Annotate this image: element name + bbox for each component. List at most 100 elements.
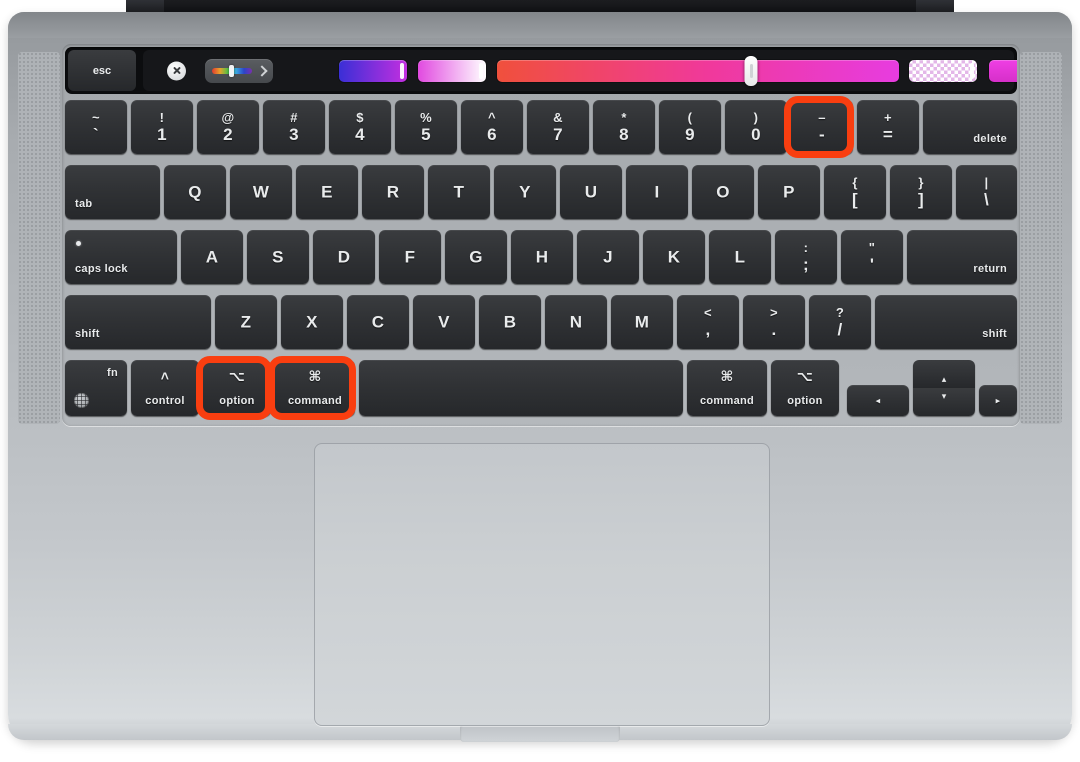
key-r[interactable]: R bbox=[362, 165, 424, 219]
key-four[interactable]: $ 4 bbox=[329, 100, 391, 154]
key-q[interactable]: Q bbox=[164, 165, 226, 219]
key-shift-right[interactable]: shift bbox=[875, 295, 1017, 349]
key-control[interactable]: ˄ control bbox=[131, 360, 199, 416]
key-n[interactable]: N bbox=[545, 295, 607, 349]
touchbar-swatch-magenta[interactable] bbox=[989, 59, 1017, 82]
key-slash[interactable]: ? / bbox=[809, 295, 871, 349]
key-bracket-left[interactable]: { [ bbox=[824, 165, 886, 219]
key-s[interactable]: S bbox=[247, 230, 309, 284]
key-arrow-updown[interactable]: ▴ ▾ bbox=[913, 360, 975, 416]
key-label: Q bbox=[188, 182, 202, 202]
key-return[interactable]: return bbox=[907, 230, 1017, 284]
key-v[interactable]: V bbox=[413, 295, 475, 349]
key-label-bottom: \ bbox=[983, 190, 990, 209]
key-p[interactable]: P bbox=[758, 165, 820, 219]
key-label: X bbox=[306, 312, 318, 332]
globe-icon bbox=[74, 393, 89, 408]
key-h[interactable]: H bbox=[511, 230, 573, 284]
touchbar-esc-button[interactable]: esc bbox=[68, 50, 136, 91]
macbook-pro-device: esc ~ ` ! 1 @ 2 # 3 $ 4 % 5 ^ 6 & 7 * 8 … bbox=[0, 0, 1080, 762]
key-seven[interactable]: & 7 bbox=[527, 100, 589, 154]
key-nine[interactable]: ( 9 bbox=[659, 100, 721, 154]
key-tab[interactable]: tab bbox=[65, 165, 160, 219]
key-eight[interactable]: * 8 bbox=[593, 100, 655, 154]
key-j[interactable]: J bbox=[577, 230, 639, 284]
touch-bar[interactable]: esc bbox=[65, 47, 1017, 94]
key-backslash[interactable]: | \ bbox=[956, 165, 1017, 219]
key-b[interactable]: B bbox=[479, 295, 541, 349]
key-option-right[interactable]: ⌥ option bbox=[771, 360, 839, 416]
key-arrow-up[interactable]: ▴ bbox=[913, 360, 975, 388]
key-five[interactable]: % 5 bbox=[395, 100, 457, 154]
touchbar-swatch-blue-purple[interactable] bbox=[339, 59, 407, 82]
key-fn[interactable]: fn bbox=[65, 360, 127, 416]
chevron-right-icon bbox=[256, 64, 268, 77]
key-arrow-right[interactable]: ▸ bbox=[979, 385, 1017, 416]
key-label-bottom: 1 bbox=[157, 125, 167, 144]
key-label-top: > bbox=[770, 305, 778, 320]
option-glyph: ⌥ bbox=[228, 368, 246, 384]
key-comma[interactable]: < , bbox=[677, 295, 739, 349]
key-e[interactable]: E bbox=[296, 165, 358, 219]
key-option-left[interactable]: ⌥ option bbox=[203, 360, 271, 416]
key-o[interactable]: O bbox=[692, 165, 754, 219]
key-arrow-down[interactable]: ▾ bbox=[913, 388, 975, 416]
key-label-word: caps lock bbox=[75, 263, 128, 275]
key-label-bottom: 9 bbox=[685, 125, 695, 144]
key-l[interactable]: L bbox=[709, 230, 771, 284]
key-tilde-grave[interactable]: ~ ` bbox=[65, 100, 127, 154]
key-quote[interactable]: " ' bbox=[841, 230, 903, 284]
key-w[interactable]: W bbox=[230, 165, 292, 219]
key-y[interactable]: Y bbox=[494, 165, 556, 219]
key-three[interactable]: # 3 bbox=[263, 100, 325, 154]
key-label: A bbox=[205, 247, 219, 267]
key-arrow-left[interactable]: ◂ bbox=[847, 385, 909, 416]
key-f[interactable]: F bbox=[379, 230, 441, 284]
key-zero[interactable]: ) 0 bbox=[725, 100, 787, 154]
key-space[interactable] bbox=[359, 360, 683, 416]
touchbar-slider-track[interactable] bbox=[497, 59, 899, 82]
key-one[interactable]: ! 1 bbox=[131, 100, 193, 154]
key-delete[interactable]: delete bbox=[923, 100, 1017, 154]
color-spectrum-button[interactable] bbox=[205, 58, 273, 83]
key-two[interactable]: @ 2 bbox=[197, 100, 259, 154]
key-label: Y bbox=[519, 182, 531, 202]
key-semicolon[interactable]: : ; bbox=[775, 230, 837, 284]
key-command-left[interactable]: ⌘ command bbox=[275, 360, 355, 416]
key-d[interactable]: D bbox=[313, 230, 375, 284]
key-label-top: ) bbox=[753, 110, 759, 125]
key-command-right[interactable]: ⌘ command bbox=[687, 360, 767, 416]
key-equals[interactable]: + = bbox=[857, 100, 919, 154]
touchbar-slider-knob[interactable] bbox=[744, 55, 758, 86]
touchbar-swatch-magenta-white[interactable] bbox=[418, 59, 486, 82]
key-caps-lock[interactable]: caps lock bbox=[65, 230, 177, 284]
key-label-bottom: / bbox=[837, 320, 843, 339]
key-c[interactable]: C bbox=[347, 295, 409, 349]
key-z[interactable]: Z bbox=[215, 295, 277, 349]
key-period[interactable]: > . bbox=[743, 295, 805, 349]
keyboard-row-home: caps lock A S D F G H J K L : ; " ' retu… bbox=[65, 230, 1017, 284]
close-circle-icon[interactable] bbox=[167, 61, 186, 80]
key-label-top: ~ bbox=[92, 110, 100, 125]
key-six[interactable]: ^ 6 bbox=[461, 100, 523, 154]
key-shift-left[interactable]: shift bbox=[65, 295, 211, 349]
touchbar-strip[interactable] bbox=[143, 50, 1017, 91]
key-label-top: : bbox=[803, 240, 809, 255]
key-t[interactable]: T bbox=[428, 165, 490, 219]
key-label-bottom: 5 bbox=[421, 125, 431, 144]
key-bracket-right[interactable]: } ] bbox=[890, 165, 952, 219]
key-label-top: $ bbox=[356, 110, 364, 125]
key-x[interactable]: X bbox=[281, 295, 343, 349]
keyboard-row-shift: shift Z X C V B N M < , > . ? / shift bbox=[65, 295, 1017, 349]
key-i[interactable]: I bbox=[626, 165, 688, 219]
key-g[interactable]: G bbox=[445, 230, 507, 284]
arrow-right-icon: ▸ bbox=[995, 395, 1001, 405]
key-k[interactable]: K bbox=[643, 230, 705, 284]
arrow-up-icon: ▴ bbox=[941, 374, 947, 384]
key-minus[interactable]: – - bbox=[791, 100, 853, 154]
key-m[interactable]: M bbox=[611, 295, 673, 349]
key-a[interactable]: A bbox=[181, 230, 243, 284]
key-u[interactable]: U bbox=[560, 165, 622, 219]
trackpad[interactable] bbox=[314, 443, 770, 726]
touchbar-swatch-transparency[interactable] bbox=[909, 59, 977, 82]
